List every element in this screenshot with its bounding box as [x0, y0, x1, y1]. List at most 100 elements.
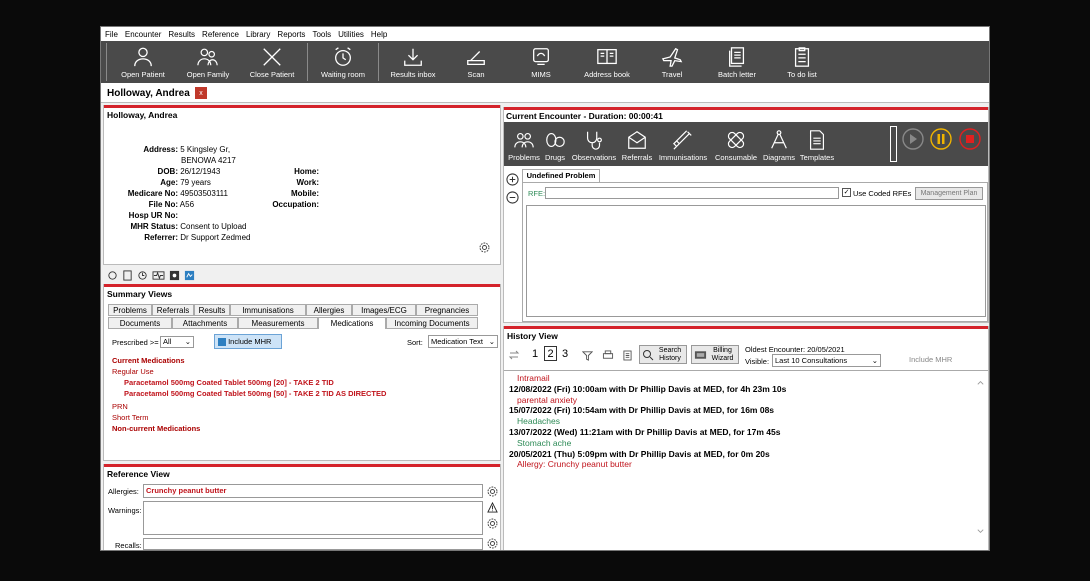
mobile-label: Mobile:	[291, 189, 319, 198]
settings-gear-icon[interactable]	[478, 241, 491, 254]
menu-library[interactable]: Library	[246, 30, 270, 39]
history-page-1[interactable]: 1	[532, 348, 538, 360]
medication-item[interactable]: Paracetamol 500mg Coated Tablet 500mg [5…	[124, 389, 386, 398]
templates-button[interactable]: Templates	[797, 122, 837, 166]
tab-undefined-problem[interactable]: Undefined Problem	[522, 169, 600, 182]
warning-triangle-icon[interactable]	[487, 502, 498, 513]
checklist-icon	[794, 47, 810, 67]
menu-file[interactable]: File	[105, 30, 118, 39]
mhr-icon[interactable]	[184, 270, 195, 281]
history-encounter-row[interactable]: 20/05/2021 (Thu) 5:09pm with Dr Phillip …	[509, 449, 786, 460]
menu-reports[interactable]: Reports	[277, 30, 305, 39]
billing-wizard-button[interactable]: Billing Wizard	[691, 345, 739, 364]
history-note-row[interactable]: Stomach ache	[509, 438, 786, 449]
history-note-row[interactable]: Headaches	[509, 416, 786, 427]
rfe-input[interactable]	[545, 187, 839, 199]
menu-utilities[interactable]: Utilities	[338, 30, 364, 39]
batch-letter-button[interactable]: Batch letter	[704, 41, 770, 83]
document-icon[interactable]	[623, 350, 632, 361]
tab-problems[interactable]: Problems	[108, 304, 152, 316]
remove-problem-icon[interactable]	[506, 191, 519, 204]
zedmed-window: File Encounter Results Reference Library…	[100, 26, 990, 551]
stop-icon[interactable]	[959, 128, 981, 150]
travel-button[interactable]: Travel	[640, 41, 704, 83]
problems-button[interactable]: Problems	[507, 122, 541, 166]
allergies-settings-gear-icon[interactable]	[486, 485, 499, 498]
tab-images-ecg[interactable]: Images/ECG	[352, 304, 416, 316]
patient-tab[interactable]: Holloway, Andrea	[103, 85, 194, 102]
search-history-button[interactable]: Search History	[639, 345, 687, 364]
close-x-icon	[263, 48, 281, 66]
referrals-button[interactable]: Referrals	[619, 122, 655, 166]
tab-incoming-documents[interactable]: Incoming Documents	[386, 317, 478, 329]
menu-results[interactable]: Results	[168, 30, 195, 39]
warnings-settings-gear-icon[interactable]	[486, 517, 499, 530]
close-patient-button[interactable]: Close Patient	[240, 41, 304, 83]
ecg-icon[interactable]	[152, 270, 165, 281]
prescribed-select[interactable]: All ⌄	[160, 336, 194, 348]
tab-documents[interactable]: Documents	[108, 317, 172, 329]
open-patient-button[interactable]: Open Patient	[110, 41, 176, 83]
to-do-list-button[interactable]: To do list	[770, 41, 834, 83]
immunisations-button[interactable]: Immunisations	[655, 122, 711, 166]
recalls-settings-gear-icon[interactable]	[486, 537, 499, 550]
open-family-button[interactable]: Open Family	[176, 41, 240, 83]
encounter-notes-textarea[interactable]	[526, 205, 986, 317]
include-mhr-button[interactable]: Include MHR	[214, 334, 282, 349]
swap-arrows-icon[interactable]	[508, 349, 520, 361]
scroll-down-icon[interactable]	[976, 527, 985, 536]
history-encounter-row[interactable]: 15/07/2022 (Fri) 10:54am with Dr Phillip…	[509, 405, 786, 416]
history-note-row[interactable]: parental anxiety	[509, 395, 786, 406]
refresh-icon[interactable]	[107, 270, 118, 281]
waiting-room-button[interactable]: Waiting room	[311, 41, 375, 83]
address-book-button[interactable]: Address book	[574, 41, 640, 83]
menu-help[interactable]: Help	[371, 30, 387, 39]
clipboard-icon[interactable]	[122, 270, 133, 281]
xray-icon[interactable]	[169, 270, 180, 281]
use-coded-rfes-checkbox[interactable]: ✓	[842, 188, 851, 197]
tab-measurements[interactable]: Measurements	[238, 317, 318, 329]
sort-select[interactable]: Medication Text ⌄	[428, 335, 498, 348]
tab-immunisations[interactable]: Immunisations	[230, 304, 306, 316]
history-note-row[interactable]: Intramail	[509, 373, 786, 384]
pause-icon[interactable]	[930, 128, 952, 150]
consumable-button[interactable]: Consumable	[711, 122, 761, 166]
history-include-mhr-label[interactable]: Include MHR	[909, 355, 952, 364]
diagrams-button[interactable]: Diagrams	[761, 122, 797, 166]
tab-medications[interactable]: Medications	[318, 317, 386, 329]
use-coded-rfes-label: Use Coded RFEs	[853, 189, 912, 198]
close-patient-tab-button[interactable]: x	[195, 87, 207, 99]
menu-reference[interactable]: Reference	[202, 30, 239, 39]
warnings-field[interactable]	[143, 501, 483, 535]
mims-button[interactable]: MIMS	[508, 41, 574, 83]
history-encounter-row[interactable]: 13/07/2022 (Wed) 11:21am with Dr Phillip…	[509, 427, 786, 438]
filter-icon[interactable]	[582, 350, 593, 361]
scan-button[interactable]: Scan	[444, 41, 508, 83]
scroll-up-icon[interactable]	[976, 378, 985, 387]
observations-button[interactable]: Observations	[569, 122, 619, 166]
recalls-field[interactable]	[143, 538, 483, 550]
current-encounter-panel: Current Encounter - Duration: 00:00:41 P…	[503, 107, 989, 323]
drugs-button[interactable]: Drugs	[541, 122, 569, 166]
results-inbox-button[interactable]: Results inbox	[382, 41, 444, 83]
management-plan-button[interactable]: Management Plan	[915, 187, 983, 200]
visible-select[interactable]: Last 10 Consultations ⌄	[772, 354, 881, 367]
tab-attachments[interactable]: Attachments	[172, 317, 238, 329]
print-icon[interactable]	[602, 350, 614, 361]
tab-referrals[interactable]: Referrals	[152, 304, 194, 316]
allergies-field[interactable]: Crunchy peanut butter	[143, 484, 483, 498]
history-note-row[interactable]: Allergy: Crunchy peanut butter	[509, 459, 786, 470]
play-icon[interactable]	[902, 128, 924, 150]
tab-pregnancies[interactable]: Pregnancies	[416, 304, 478, 316]
menu-encounter[interactable]: Encounter	[125, 30, 161, 39]
medication-item[interactable]: Paracetamol 500mg Coated Tablet 500mg [2…	[124, 378, 334, 387]
tab-allergies[interactable]: Allergies	[306, 304, 352, 316]
clock-icon[interactable]	[137, 270, 148, 281]
history-page-3[interactable]: 3	[562, 348, 568, 360]
history-encounter-row[interactable]: 12/08/2022 (Fri) 10:00am with Dr Phillip…	[509, 384, 786, 395]
menu-tools[interactable]: Tools	[312, 30, 331, 39]
tab-results[interactable]: Results	[194, 304, 230, 316]
add-problem-icon[interactable]	[506, 173, 519, 186]
history-page-2[interactable]: 2	[544, 346, 557, 361]
encounter-timer-slot	[890, 126, 897, 162]
